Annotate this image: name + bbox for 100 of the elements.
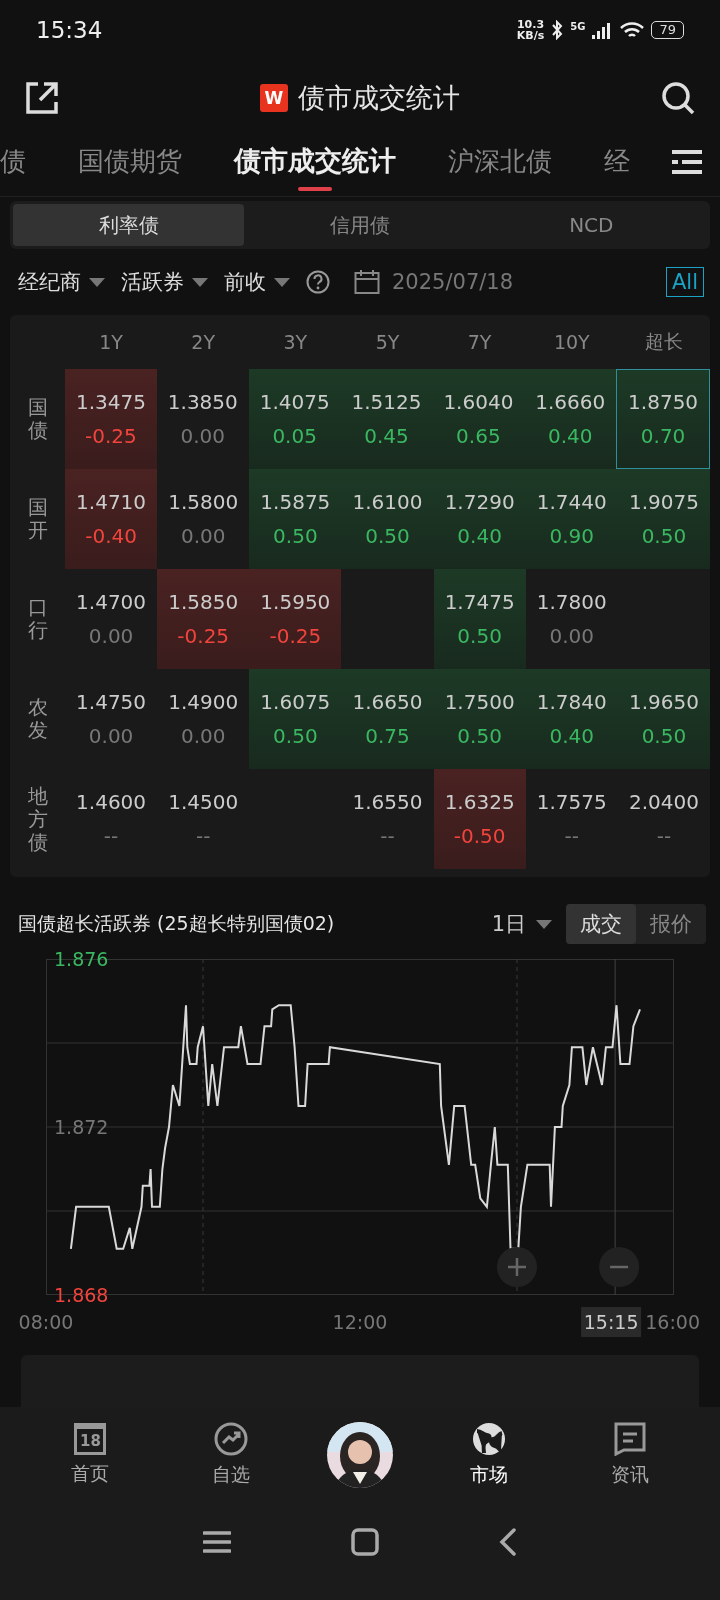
rate-cell[interactable]: 1.6550 -- bbox=[341, 769, 434, 869]
change-value: -- bbox=[656, 824, 672, 848]
all-button[interactable]: All bbox=[665, 267, 704, 297]
rate-cell[interactable]: 1.6325 -0.50 bbox=[433, 769, 526, 869]
rate-cell[interactable]: 1.8750 0.70 bbox=[616, 369, 710, 469]
search-icon[interactable] bbox=[660, 79, 696, 116]
globe-icon bbox=[471, 1421, 506, 1456]
rate-cell[interactable]: 1.4750 0.00 bbox=[65, 669, 158, 769]
period-dropdown[interactable]: 1日 bbox=[491, 910, 552, 938]
rate-cell[interactable]: 1.4600 -- bbox=[65, 769, 158, 869]
rate-value: 1.7575 bbox=[536, 790, 607, 814]
rate-cell[interactable]: 1.3475 -0.25 bbox=[65, 369, 157, 469]
zoom-out-button[interactable] bbox=[599, 1247, 640, 1287]
rate-cell[interactable]: 1.7440 0.90 bbox=[525, 469, 618, 569]
zoom-in-button[interactable] bbox=[497, 1247, 537, 1287]
rate-cell[interactable]: 1.9075 0.50 bbox=[617, 469, 710, 569]
rate-value: 1.9075 bbox=[628, 490, 699, 514]
rate-cell[interactable]: 1.5950 -0.25 bbox=[249, 569, 342, 669]
tab[interactable]: 债 bbox=[0, 143, 26, 191]
dropdown[interactable]: 活跃券 bbox=[121, 268, 208, 296]
rate-cell[interactable]: 1.6650 0.75 bbox=[341, 669, 434, 769]
rate-cell[interactable]: 1.6660 0.40 bbox=[524, 369, 617, 469]
tab[interactable]: 债市成交统计 bbox=[234, 143, 396, 191]
rate-value: 1.4750 bbox=[76, 690, 147, 714]
change-value: 0.00 bbox=[180, 724, 226, 748]
tab[interactable]: 国债期货 bbox=[78, 143, 182, 191]
rate-cell[interactable]: 1.5125 0.45 bbox=[340, 369, 433, 469]
rate-cell[interactable]: 1.4700 0.00 bbox=[65, 569, 158, 669]
change-value: -- bbox=[103, 824, 119, 848]
tab[interactable]: 经 bbox=[604, 143, 630, 191]
bluetooth-icon bbox=[550, 20, 565, 40]
rate-value: 1.6075 bbox=[260, 690, 331, 714]
rate-cell[interactable]: 1.7500 0.50 bbox=[433, 669, 526, 769]
caret-icon bbox=[89, 277, 105, 287]
dropdown[interactable]: 前收 bbox=[224, 268, 290, 296]
rate-cell[interactable]: 1.7840 0.40 bbox=[525, 669, 618, 769]
rate-cell[interactable]: 1.7475 0.50 bbox=[433, 569, 526, 669]
tab[interactable]: 沪深北债 bbox=[448, 143, 552, 191]
segment-tab[interactable]: 利率债 bbox=[13, 204, 245, 246]
rate-value: 1.5875 bbox=[260, 490, 331, 514]
rate-value: 1.5125 bbox=[351, 390, 422, 414]
rate-value: 1.7500 bbox=[444, 690, 515, 714]
chart-title: 国债超长活跃券 (25超长特别国债02) bbox=[18, 911, 336, 936]
rate-value: 1.5800 bbox=[168, 490, 239, 514]
change-value: 0.90 bbox=[549, 524, 595, 548]
change-value: 0.00 bbox=[549, 624, 595, 648]
rate-cell[interactable]: 1.5875 0.50 bbox=[249, 469, 342, 569]
help-icon[interactable] bbox=[306, 270, 330, 294]
rate-value: 1.6040 bbox=[443, 390, 514, 414]
rate-value: 1.6650 bbox=[352, 690, 423, 714]
rate-cell[interactable]: 1.6100 0.50 bbox=[341, 469, 434, 569]
change-value: -0.50 bbox=[453, 824, 506, 848]
change-value: -0.25 bbox=[85, 424, 137, 448]
nav-tab[interactable]: 资讯 bbox=[584, 1421, 675, 1488]
change-value: -0.25 bbox=[177, 624, 230, 648]
column-header: 7Y bbox=[466, 331, 493, 353]
rate-cell[interactable]: 1.4500 -- bbox=[157, 769, 250, 869]
rate-value: 1.8750 bbox=[628, 390, 699, 414]
segment-tab[interactable]: NCD bbox=[475, 204, 707, 246]
mode-tab[interactable]: 成交 bbox=[566, 904, 636, 944]
change-value: 0.00 bbox=[88, 724, 134, 748]
rate-cell[interactable]: 1.4075 0.05 bbox=[248, 369, 341, 469]
rate-cell[interactable]: 2.0400 -- bbox=[617, 769, 710, 869]
change-value: -- bbox=[196, 824, 211, 848]
change-value: -- bbox=[380, 824, 395, 848]
rate-value: 1.4600 bbox=[76, 790, 147, 814]
segment-tab[interactable]: 信用债 bbox=[244, 204, 476, 246]
home-icon[interactable] bbox=[351, 1528, 379, 1556]
battery-indicator: 79 bbox=[651, 21, 684, 39]
rate-cell[interactable]: 1.5850 -0.25 bbox=[157, 569, 250, 669]
rate-cell[interactable]: 1.7575 -- bbox=[525, 769, 618, 869]
rate-cell[interactable]: 1.5800 0.00 bbox=[157, 469, 250, 569]
rate-value: 1.7440 bbox=[536, 490, 607, 514]
nav-tab[interactable]: 市场 bbox=[443, 1421, 534, 1488]
rate-value: 1.4900 bbox=[168, 690, 239, 714]
dropdown[interactable]: 经纪商 bbox=[18, 268, 105, 296]
calendar-icon[interactable] bbox=[354, 269, 380, 295]
crosshair-label: 15:15 bbox=[581, 1307, 642, 1337]
change-value: 0.75 bbox=[365, 724, 410, 748]
rate-value: 1.6325 bbox=[444, 790, 515, 814]
rate-cell[interactable]: 1.4900 0.00 bbox=[157, 669, 250, 769]
date-text[interactable]: 2025/07/18 bbox=[392, 270, 514, 294]
nav-tab[interactable]: 18 首页 bbox=[45, 1422, 136, 1487]
rate-cell[interactable]: 1.7800 0.00 bbox=[525, 569, 618, 669]
share-icon[interactable] bbox=[24, 79, 60, 116]
back-icon[interactable] bbox=[499, 1528, 517, 1556]
change-value: 0.40 bbox=[457, 524, 502, 548]
rate-cell[interactable]: 1.6075 0.50 bbox=[249, 669, 342, 769]
rate-cell[interactable]: 1.4710 -0.40 bbox=[65, 469, 158, 569]
rate-cell[interactable]: 1.9650 0.50 bbox=[617, 669, 710, 769]
row-label: 国开 bbox=[27, 496, 48, 542]
rate-cell[interactable]: 1.6040 0.65 bbox=[432, 369, 525, 469]
change-value: 0.50 bbox=[457, 624, 502, 648]
rate-cell[interactable]: 1.3850 0.00 bbox=[156, 369, 249, 469]
rate-value: 1.7840 bbox=[536, 690, 607, 714]
nav-tab[interactable]: 自选 bbox=[186, 1421, 277, 1488]
mode-tab[interactable]: 报价 bbox=[636, 904, 706, 944]
rate-cell[interactable]: 1.7290 0.40 bbox=[433, 469, 526, 569]
menu-icon[interactable] bbox=[203, 1530, 231, 1554]
change-value: 0.05 bbox=[272, 424, 317, 448]
